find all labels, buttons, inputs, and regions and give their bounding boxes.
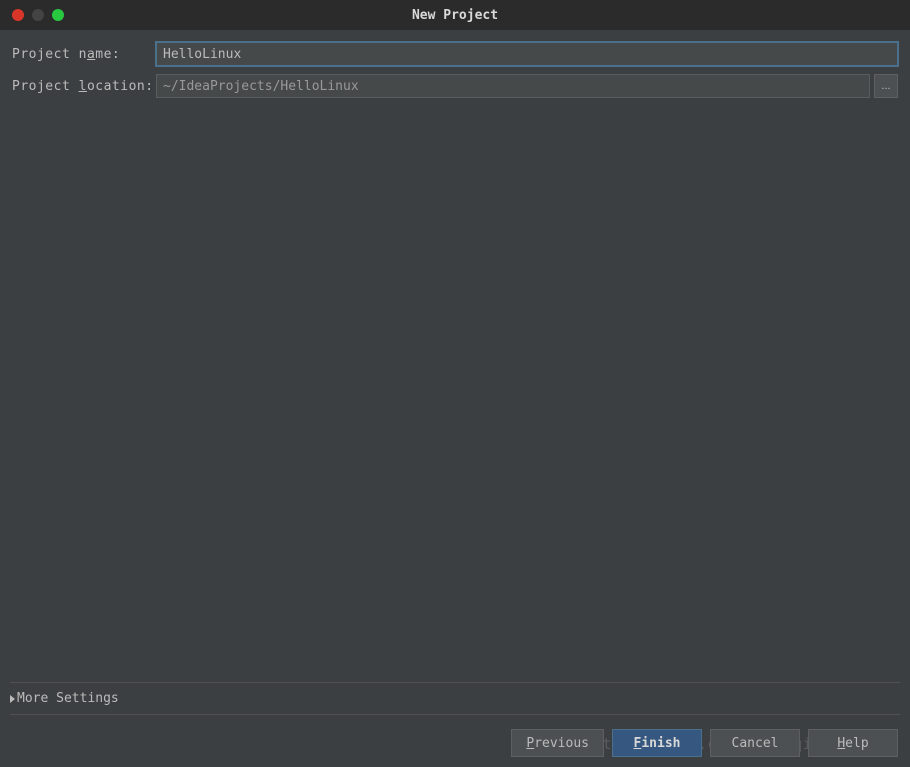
help-button[interactable]: Help: [808, 729, 898, 757]
previous-button[interactable]: Previous: [511, 729, 604, 757]
button-bar: Previous Finish Cancel Help: [511, 729, 898, 757]
more-settings-label: More Settings: [17, 691, 119, 706]
maximize-icon[interactable]: [52, 9, 64, 21]
content-area: Project name: Project location: ...: [0, 30, 910, 98]
cancel-button[interactable]: Cancel: [710, 729, 800, 757]
browse-button[interactable]: ...: [874, 74, 898, 98]
close-icon[interactable]: [12, 9, 24, 21]
window-controls: [0, 9, 64, 21]
project-name-input[interactable]: [156, 42, 898, 66]
project-location-label: Project location:: [12, 79, 156, 94]
more-settings-section: More Settings: [10, 682, 900, 715]
more-settings-toggle[interactable]: More Settings: [10, 691, 900, 706]
project-location-row: Project location: ...: [12, 74, 898, 98]
project-name-row: Project name:: [12, 42, 898, 66]
expand-right-icon: [10, 695, 15, 703]
window-title: New Project: [412, 8, 498, 23]
finish-button[interactable]: Finish: [612, 729, 702, 757]
minimize-icon[interactable]: [32, 9, 44, 21]
project-location-input[interactable]: [156, 74, 870, 98]
project-location-field-group: ...: [156, 74, 898, 98]
titlebar: New Project: [0, 0, 910, 30]
project-name-label: Project name:: [12, 47, 156, 62]
